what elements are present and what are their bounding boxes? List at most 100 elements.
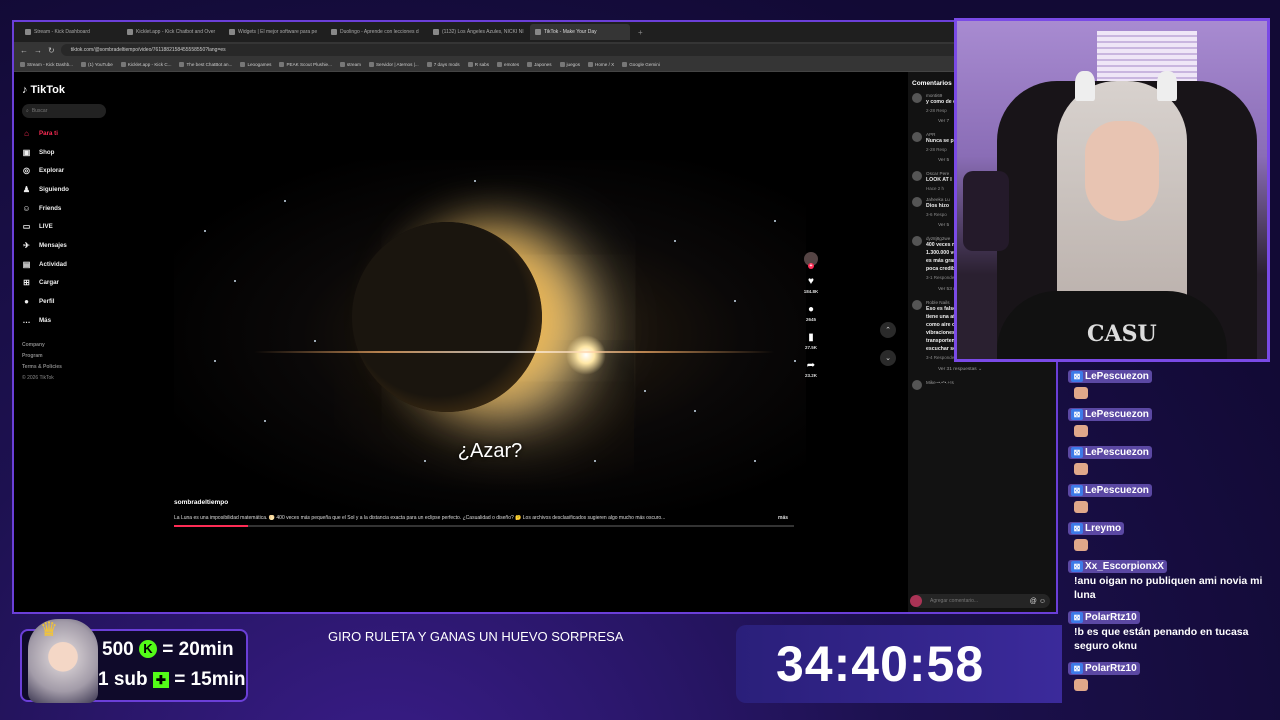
browser-tab[interactable]: (1132) Los Ángeles Azules, NICKI NI — [428, 24, 528, 40]
follow-plus-icon[interactable]: + — [808, 263, 814, 269]
bookmark-item[interactable]: Servidor | Aternos |... — [368, 62, 419, 67]
sidebar-item-label: Siguiendo — [39, 185, 69, 193]
bookmark-icon[interactable]: ▮ — [800, 332, 822, 343]
star-dot — [314, 340, 316, 342]
reload-icon[interactable]: ↻ — [48, 46, 55, 55]
comment-date-reply[interactable]: 3-6 Respo — [926, 212, 947, 217]
bookmark-item[interactable]: The best ChatBot an... — [179, 62, 232, 67]
streamer-avatar — [28, 619, 98, 703]
comment-username[interactable]: Mike~•.•*•.+!s — [926, 380, 954, 385]
footer-link[interactable]: Program — [22, 351, 112, 362]
search-input[interactable]: ⌕ Buscar — [22, 104, 106, 118]
commenter-avatar[interactable] — [912, 197, 922, 207]
chat-user-badge[interactable]: ⊠ LePescuezon — [1068, 370, 1152, 383]
share-icon[interactable]: ➦ — [800, 360, 822, 371]
chat-message: ⊠ LePescuezon — [1068, 404, 1280, 437]
bookmark-item[interactable]: (1) YouTube — [80, 62, 113, 67]
previous-video-button[interactable]: ⌃ — [880, 322, 896, 338]
sidebar-item[interactable]: ♟ Siguiendo — [22, 180, 112, 199]
chat-message: ⊠ LePescuezon — [1068, 366, 1280, 399]
bookmark-item[interactable]: Google Gemini — [622, 62, 660, 67]
browser-window: Stream - Kick Dashboard Kicklet.app - Kic… — [12, 20, 1058, 614]
heart-icon[interactable]: ♥ — [800, 276, 822, 287]
forward-icon[interactable]: → — [34, 46, 42, 55]
chat-user-badge[interactable]: ⊠ LePescuezon — [1068, 408, 1152, 421]
bookmark-item[interactable]: emotes — [497, 62, 519, 67]
sidebar-item[interactable]: ▤ Actividad — [22, 255, 112, 274]
bookmark-item[interactable]: Leoogames — [240, 62, 271, 67]
sidebar-item[interactable]: ☺ Friends — [22, 199, 112, 218]
bookmark-item[interactable]: Home / X — [588, 62, 614, 67]
bookmark-item[interactable]: stream — [339, 62, 361, 67]
bookmark-item[interactable]: Japones — [527, 62, 552, 67]
favicon-icon — [331, 29, 337, 35]
chat-user-badge[interactable]: ⊠ Xx_EscorpionxX — [1068, 560, 1167, 573]
tiktok-page: ♪ TikTok ⌕ Buscar ⌂ Para ti ▣ Shop ◎ Explorar ♟ S… — [14, 72, 1056, 612]
sidebar-item[interactable]: ▭ LIVE — [22, 217, 112, 236]
bookmark-item[interactable]: Kicklet.app - Kick C... — [120, 62, 171, 67]
action-count: 184.8K — [803, 289, 819, 294]
commenter-avatar[interactable] — [912, 236, 922, 246]
commenter-avatar[interactable] — [912, 132, 922, 142]
action-comment[interactable]: ● 2645 — [800, 304, 822, 322]
bookmark-item[interactable]: PEAK Scout Plushie... — [279, 62, 332, 67]
tiktok-logo[interactable]: ♪ TikTok — [22, 80, 112, 100]
sidebar-item[interactable]: ● Perfil — [22, 292, 112, 311]
back-icon[interactable]: ← — [20, 46, 28, 55]
browser-tab[interactable]: Stream - Kick Dashboard — [20, 24, 120, 40]
upload-icon: ⊞ — [23, 278, 30, 288]
sidebar-item[interactable]: ◎ Explorar — [22, 161, 112, 180]
comment-input[interactable]: Agregar comentario... @ ☺ — [910, 594, 1050, 608]
more-link[interactable]: más — [778, 515, 788, 521]
comment-date-reply[interactable]: 2-28 Resp — [926, 108, 947, 113]
view-replies-link[interactable]: Ver 31 respuestas ⌄ — [908, 367, 1056, 372]
chat-user-badge[interactable]: ⊠ PolarRtz10 — [1068, 611, 1140, 624]
bookmark-icon — [240, 62, 246, 67]
bookmark-item[interactable]: juegos — [559, 62, 580, 67]
commenter-avatar[interactable] — [912, 300, 922, 310]
sidebar-item[interactable]: … Más — [22, 311, 112, 330]
sidebar-item[interactable]: ✈ Mensajes — [22, 236, 112, 255]
kick-icon: K — [138, 640, 157, 658]
comment-date-reply[interactable]: 2-28 Resp — [926, 147, 947, 152]
video-progress-bar[interactable] — [174, 525, 794, 527]
favicon-icon — [535, 29, 541, 35]
video-player[interactable]: ¿Azar? — [174, 160, 806, 510]
chat-user-badge[interactable]: ⊠ Lreymo — [1068, 522, 1125, 535]
comment-date-reply[interactable]: 3-4 Responder — [926, 355, 956, 361]
next-video-button[interactable]: ⌄ — [880, 350, 896, 366]
sidebar-item[interactable]: ▣ Shop — [22, 143, 112, 162]
bookmark-item[interactable]: 7 days mods — [426, 62, 460, 67]
browser-tab[interactable]: TikTok - Make Your Day — [530, 24, 630, 40]
bookmark-item[interactable]: Stream - Kick Dashb... — [20, 62, 73, 67]
bookmark-item[interactable]: R sabs — [467, 62, 489, 67]
chat-username: Xx_EscorpionxX — [1085, 561, 1164, 572]
action-bookmark[interactable]: ▮ 27.5K — [800, 332, 822, 350]
comment-icon[interactable]: ● — [800, 304, 822, 315]
sidebar-item[interactable]: ⊞ Cargar — [22, 274, 112, 293]
commenter-avatar[interactable] — [912, 380, 922, 390]
new-tab-icon[interactable]: + — [632, 28, 649, 37]
action-heart[interactable]: ♥ 184.8K — [800, 276, 822, 294]
mention-emoji-icons[interactable]: @ ☺ — [1030, 598, 1046, 605]
url-field[interactable]: tiktok.com/@sombradeltiempo/video/761188… — [60, 44, 1029, 56]
star-dot — [694, 410, 696, 412]
comment-date-reply[interactable]: 3-1 Responder — [926, 275, 956, 281]
commenter-avatar[interactable] — [912, 171, 922, 181]
chat-user-badge[interactable]: ⊠ LePescuezon — [1068, 446, 1152, 459]
bookmark-icon — [80, 62, 86, 67]
video-author[interactable]: sombradeltiempo — [174, 499, 228, 506]
footer-link[interactable]: Terms & Policies — [22, 362, 112, 373]
browser-tab[interactable]: Widgets | El mejor software para pe — [224, 24, 324, 40]
chat-user-badge[interactable]: ⊠ PolarRtz10 — [1068, 662, 1140, 675]
action-share[interactable]: ➦ 23.2K — [800, 360, 822, 378]
footer-link[interactable]: Company — [22, 340, 112, 351]
comment-date-reply[interactable]: Hace 2 h — [926, 186, 944, 191]
chat-user-badge[interactable]: ⊠ LePescuezon — [1068, 484, 1152, 497]
sidebar-item[interactable]: ⌂ Para ti — [22, 124, 112, 143]
bookmark-icon — [588, 62, 594, 67]
author-avatar[interactable]: + — [804, 252, 818, 269]
commenter-avatar[interactable] — [912, 93, 922, 103]
browser-tab[interactable]: Duolingo - Aprende con lecciones d — [326, 24, 426, 40]
browser-tab[interactable]: Kicklet.app - Kick Chatbot and Over — [122, 24, 222, 40]
